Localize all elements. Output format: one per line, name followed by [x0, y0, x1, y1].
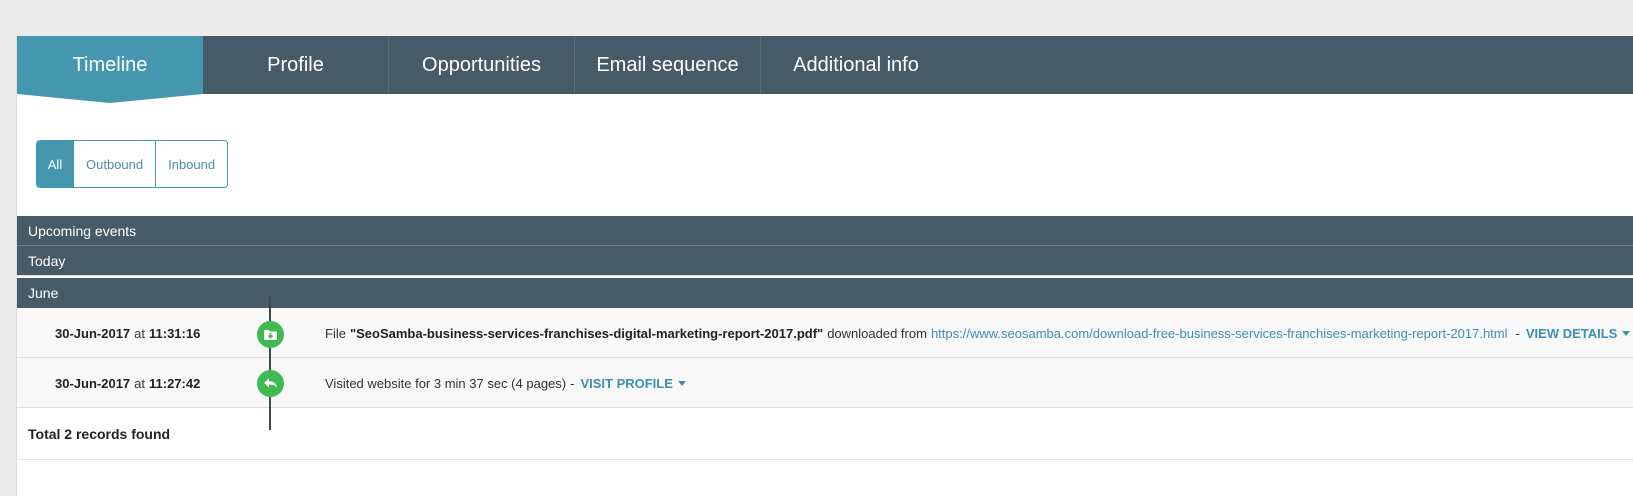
- tab-label: Opportunities: [422, 53, 541, 76]
- event-time: 11:31:16: [149, 325, 201, 341]
- records-count: Total 2 records found: [17, 408, 1633, 460]
- tab-additional-info[interactable]: Additional info: [761, 36, 951, 94]
- caret-down-icon: [1622, 330, 1631, 336]
- tab-bar: Timeline Profile Opportunities Email seq…: [17, 36, 1633, 103]
- event-description: File "SeoSamba-business-services-franchi…: [325, 308, 1631, 358]
- section-label: Upcoming events: [28, 222, 137, 239]
- event-filename: "SeoSamba-business-services-franchises-d…: [349, 325, 824, 341]
- event-date: 30-Jun-2017: [55, 325, 131, 341]
- reply-arrow-icon: [257, 370, 284, 397]
- tab-timeline[interactable]: Timeline: [17, 36, 203, 103]
- records-count-label: Total 2 records found: [28, 425, 171, 442]
- filter-inbound-button[interactable]: Inbound: [156, 141, 228, 187]
- folder-download-icon: [257, 321, 284, 348]
- view-details-label: VIEW DETAILS: [1525, 325, 1618, 341]
- tab-label: Profile: [267, 53, 324, 76]
- event-date: 30-Jun-2017: [55, 375, 131, 391]
- event-separator: -: [1515, 325, 1520, 341]
- event-at: at: [134, 325, 145, 341]
- event-source-link[interactable]: https://www.seosamba.com/download-free-b…: [931, 326, 1508, 341]
- tab-label: Additional info: [793, 53, 919, 76]
- section-label: Today: [28, 252, 66, 269]
- event-description: Visited website for 3 min 37 sec (4 page…: [325, 358, 686, 408]
- event-time: 11:27:42: [149, 375, 201, 391]
- tab-label: Timeline: [72, 53, 148, 76]
- filter-all-button[interactable]: All: [37, 141, 74, 187]
- visit-profile-label: VISIT PROFILE: [580, 375, 673, 391]
- section-upcoming-events[interactable]: Upcoming events: [17, 216, 1633, 246]
- tab-label: Email sequence: [596, 53, 739, 76]
- visit-profile-button[interactable]: VISIT PROFILE: [580, 375, 686, 391]
- filter-outbound-button[interactable]: Outbound: [74, 141, 157, 187]
- tab-email-sequence[interactable]: Email sequence: [575, 36, 761, 94]
- direction-filter: All Outbound Inbound: [36, 140, 229, 188]
- section-june[interactable]: June: [17, 278, 1633, 308]
- event-datetime: 30-Jun-2017 at 11:27:42: [55, 358, 200, 408]
- event-prefix: File: [325, 325, 346, 341]
- event-at: at: [134, 375, 145, 391]
- caret-down-icon: [677, 380, 686, 386]
- event-text: Visited website for 3 min 37 sec (4 page…: [325, 375, 567, 391]
- event-datetime: 30-Jun-2017 at 11:31:16: [55, 308, 200, 358]
- tab-opportunities[interactable]: Opportunities: [389, 36, 575, 94]
- event-middle: downloaded from: [827, 325, 927, 341]
- section-today[interactable]: Today: [17, 246, 1633, 276]
- tab-profile[interactable]: Profile: [203, 36, 389, 94]
- contact-panel: Timeline Profile Opportunities Email seq…: [16, 36, 1633, 496]
- event-separator: -: [570, 375, 575, 391]
- view-details-button[interactable]: VIEW DETAILS: [1525, 325, 1631, 341]
- section-label: June: [28, 285, 59, 301]
